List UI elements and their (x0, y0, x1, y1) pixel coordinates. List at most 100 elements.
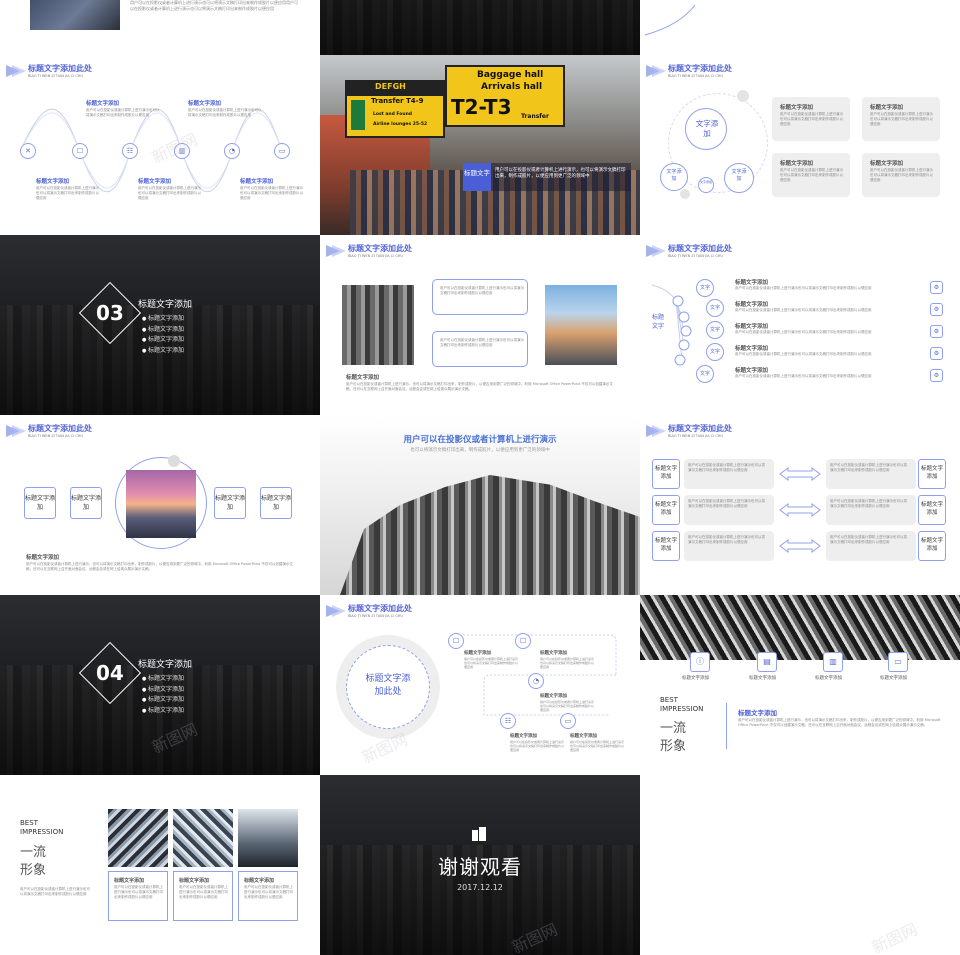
thanks-title: 谢谢观看 (438, 855, 522, 879)
section-number: 04 (96, 661, 124, 685)
slide-grid: 用户可以在投影仪或者计算机上进行演示也可以将演示文稿打印出来制作成胶片以便应用用… (0, 0, 960, 955)
tree-node: 文字 (696, 365, 714, 383)
process-title: 标题文字添加 (510, 734, 537, 739)
slide-tree[interactable]: 标题文字添加此处 BIAO TI WEN ZI TIAN JIA CI CHU … (640, 235, 960, 415)
label-box: 标题文字添加 (70, 487, 102, 519)
feature-label: 标题文字添加 (682, 676, 709, 681)
building-icon (472, 827, 486, 841)
tree-node: 文字 (696, 279, 714, 297)
tree-node: 文字 (706, 343, 724, 361)
timeline-icon-3: ☷ (122, 143, 138, 159)
body-text: 用户可以在投影仪或者计算机上进行演示，也可以将演示文稿打印出来，制作成胶片，以便… (26, 562, 293, 571)
process-text: 用户可以在投影仪或者计算机上进行演示也可以将演示文稿打印出来制作成胶片以便应用 (570, 740, 625, 752)
slide-arrows[interactable]: 标题文字添加此处 BIAO TI WEN ZI TIAN JIA CI CHU … (640, 415, 960, 595)
speech-bubble: 用户可以在投影仪或者计算机上进行演示也可以将演示文稿打印出来制作成胶片以便应用 (432, 279, 528, 315)
impression-label: IMPRESSION (20, 828, 64, 836)
slide-section-03[interactable]: 03 标题文字添加 标题文字添加 标题文字添加 标题文字添加 标题文字添加 (0, 235, 320, 415)
feature-icon: ▭ (888, 652, 908, 672)
slide-airport[interactable]: DEFGH Transfer T4-9 Lost and Found Airli… (320, 55, 640, 235)
item-title: 标题文字添加 (86, 101, 120, 107)
building-photo-1 (108, 809, 168, 867)
process-text: 用户可以在投影仪或者计算机上进行演示也可以将演示文稿打印出来制作成胶片以便应用 (540, 700, 595, 712)
section-title: 标题文字添加 (738, 709, 777, 717)
slide-best-impression-2[interactable]: BEST IMPRESSION 一流 形象 用户可以在投影仪或者计算机上进行演示… (0, 775, 320, 955)
impression-label: IMPRESSION (660, 705, 704, 713)
slide-empty: 新图网 (640, 775, 960, 955)
sunset-city-photo (126, 470, 196, 538)
slide-section-04[interactable]: 04 标题文字添加 标题文字添加 标题文字添加 标题文字添加 标题文字添加 新图… (0, 595, 320, 775)
caption-box: 用户可以在投影仪或者计算机上进行演示，也可以将演示文稿打印出来，制作成胶片，以便… (491, 163, 631, 191)
slide-partial-1[interactable]: 用户可以在投影仪或者计算机上进行演示也可以将演示文稿打印出来制作成胶片以便应用用… (0, 0, 320, 55)
tree-items: 标题文字添加 用户可以在投影仪或者计算机上进行演示也可以将演示文稿打印出来制作成胶… (735, 280, 872, 378)
label-box: 标题文字添加 (260, 487, 292, 519)
tree-node: 文字 (706, 299, 724, 317)
settings-icon: ⚙ (930, 369, 943, 382)
row-group: 标题文字添加 用户可以在投影仪或者计算机上进行演示也可以将演示文稿打印出来制作成… (652, 459, 948, 567)
item-title: 标题文字添加 (346, 375, 380, 381)
label-box: 标题文字添加 (214, 487, 246, 519)
slide-best-impression-1[interactable]: ⓘ ▤ ▥ ▭ 标题文字添加 标题文字添加 标题文字添加 标题文字添加 BEST… (640, 595, 960, 775)
date-label: 2017.12.12 (457, 883, 503, 892)
curve-decoration (644, 4, 696, 36)
info-card: 标题文字添加 用户可以在投影仪或者计算机上进行演示也可以将演示文稿打印出来制作成… (173, 871, 233, 921)
slide-partial-3[interactable] (640, 0, 960, 55)
process-text: 用户可以在投影仪或者计算机上进行演示也可以将演示文稿打印出来制作成胶片以便应用 (540, 657, 595, 669)
feature-icon: ▥ (823, 652, 843, 672)
slide-process[interactable]: 标题文字添加此处 BIAO TI WEN ZI TIAN JIA CI CHU … (320, 595, 640, 775)
body-text: 用户可以在投影仪或者计算机上进行演示，也可以将演示文稿打印出来，制作成胶片，以便… (738, 718, 941, 727)
process-title: 标题文字添加 (464, 651, 491, 656)
slide-photos-bubbles[interactable]: 标题文字添加此处 BIAO TI WEN ZI TIAN JIA CI CHU … (320, 235, 640, 415)
item-title: 标题文字添加 (240, 179, 274, 185)
slide-building[interactable]: 用户可以在投影仪或者计算机上进行演示 也可以将演示文稿打印出来，制作成胶片，以便… (320, 415, 640, 595)
info-card: 标题文字添加 用户可以在投影仪或者计算机上进行演示也可以将演示文稿打印出来制作成… (862, 97, 940, 141)
process-icon: ☷ (500, 713, 516, 729)
slide-timeline[interactable]: 标题文字添加此处 BIAO TI WEN ZI TIAN JIA CI CHU … (0, 55, 320, 235)
feature-label: 标题文字添加 (815, 676, 842, 681)
process-icon: ◔ (528, 673, 544, 689)
process-icon: ☐ (515, 633, 531, 649)
section-title: 标题文字添加 (138, 660, 193, 670)
process-title: 标题文字添加 (570, 734, 597, 739)
dot-accent (680, 189, 690, 199)
bw-city-photo (342, 285, 414, 365)
feature-icon: ▤ (757, 652, 777, 672)
item-title: 标题文字添加 (36, 179, 70, 185)
building-photo (340, 475, 640, 595)
slide-partial-2[interactable] (320, 0, 640, 55)
slide-circle-photo[interactable]: 标题文字添加此处 BIAO TI WEN ZI TIAN JIA CI CHU … (0, 415, 320, 595)
slide-subtitle: 也可以将演示文稿打印出来，制作成胶片，以便应用到更广泛的领域中 (410, 448, 550, 453)
timeline-icon-5: ◔ (224, 143, 240, 159)
item-text: 用户可以在投影仪或者计算机上进行演示也可以将演示文稿打印出来制作成胶片以便应用 (240, 186, 303, 200)
bullet-list: 标题文字添加 标题文字添加 标题文字添加 标题文字添加 (142, 674, 184, 716)
item-title: 标题文字添加 (26, 555, 60, 561)
process-icon: ☐ (448, 633, 464, 649)
architecture-photo (640, 595, 960, 660)
settings-icon: ⚙ (930, 325, 943, 338)
item-text: 用户可以在投影仪或者计算机上进行演示也可以将演示文稿打印出来制作成胶片以便应用 (36, 186, 99, 200)
center-label: 文字添加 (695, 119, 719, 138)
dot-accent (168, 455, 180, 467)
item-title: 标题文字添加 (188, 101, 222, 107)
slide-circles-cards[interactable]: 标题文字添加此处 BIAO TI WEN ZI TIAN JIA CI CHU … (640, 55, 960, 235)
section-title: 标题文字添加 (138, 300, 193, 310)
feature-icon: ⓘ (690, 652, 710, 672)
cn-label-2: 形象 (20, 863, 47, 878)
timeline-icon-2: ☐ (72, 143, 88, 159)
best-label: BEST (20, 819, 38, 827)
process-text: 用户可以在投影仪或者计算机上进行演示也可以将演示文稿打印出来制作成胶片以便应用 (464, 657, 519, 669)
item-title: 标题文字添加 (138, 179, 172, 185)
best-label: BEST (660, 696, 678, 704)
slide-thanks[interactable]: 谢谢观看 2017.12.12 新图网 (320, 775, 640, 955)
settings-icon: ⚙ (930, 303, 943, 316)
divider (726, 703, 727, 749)
tag-box: 标题文字 (463, 163, 491, 191)
process-title: 标题文字添加 (540, 694, 567, 699)
tiny-label: 文字添加 (700, 180, 713, 184)
city-silhouette (320, 0, 640, 55)
item-text: 用户可以在投影仪或者计算机上进行演示也可以将演示文稿打印出来制作成胶片以便应用 (188, 108, 262, 117)
sign-left: DEFGH Transfer T4-9 Lost and Found Airli… (345, 80, 445, 138)
speech-bubble: 用户可以在投影仪或者计算机上进行演示也可以将演示文稿打印出来制作成胶片以便应用 (432, 331, 528, 367)
small-left-label: 文字添加 (666, 169, 682, 182)
item-text: 用户可以在投影仪或者计算机上进行演示也可以将演示文稿打印出来制作成胶片以便应用 (86, 108, 160, 117)
dot-accent (737, 90, 749, 102)
